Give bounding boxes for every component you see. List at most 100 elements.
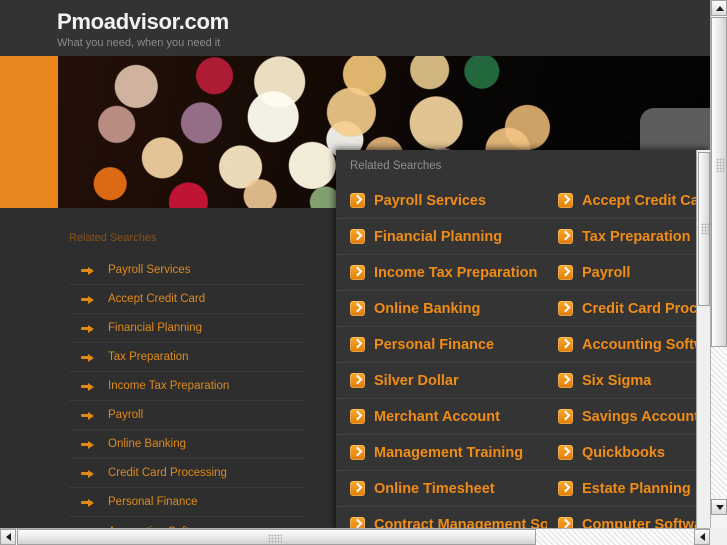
list-item[interactable]: Online Banking xyxy=(69,430,305,459)
overlay-link[interactable]: Management Training xyxy=(336,445,547,461)
overlay-link-label: Silver Dollar xyxy=(374,372,459,389)
overlay-link[interactable]: Payroll Services xyxy=(336,193,547,209)
overlay-scroll-thumb[interactable] xyxy=(698,152,710,306)
scroll-left-button-secondary[interactable] xyxy=(694,529,710,545)
horizontal-scroll-track[interactable] xyxy=(17,529,710,545)
overlay-link[interactable]: Estate Planning xyxy=(547,481,710,497)
list-item[interactable]: Financial Planning xyxy=(69,314,305,343)
overlay-link-label: Credit Card Processing xyxy=(582,300,710,317)
page-horizontal-scrollbar[interactable] xyxy=(0,528,727,545)
table-row: Personal Finance Accounting Software xyxy=(336,327,710,363)
list-item-label: Income Tax Preparation xyxy=(108,380,230,392)
site-title: Pmoadvisor.com xyxy=(57,9,229,34)
arrow-right-icon xyxy=(350,409,365,424)
overlay-link-label: Tax Preparation xyxy=(582,228,691,245)
table-row: Online Timesheet Estate Planning xyxy=(336,471,710,507)
table-row: Management Training Quickbooks xyxy=(336,435,710,471)
table-row: Merchant Account Savings Account xyxy=(336,399,710,435)
scroll-grip-icon xyxy=(268,534,282,543)
overlay-link[interactable]: Quickbooks xyxy=(547,445,710,461)
table-row: Silver Dollar Six Sigma xyxy=(336,363,710,399)
overlay-link[interactable]: Credit Card Processing xyxy=(547,301,710,317)
arrow-icon xyxy=(81,266,95,275)
sidebar-heading: Related Searches xyxy=(69,232,157,244)
list-item-label: Financial Planning xyxy=(108,322,202,334)
overlay-link-label: Online Banking xyxy=(374,300,481,317)
overlay-link-label: Accounting Software xyxy=(582,336,710,353)
overlay-link[interactable]: Payroll xyxy=(547,265,710,281)
table-row: Income Tax Preparation Payroll xyxy=(336,255,710,291)
arrow-icon xyxy=(81,295,95,304)
list-item[interactable]: Tax Preparation xyxy=(69,343,305,372)
browser-viewport: Pmoadvisor.com What you need, when you n… xyxy=(0,0,727,545)
overlay-link-label: Payroll xyxy=(582,264,631,281)
list-item-label: Credit Card Processing xyxy=(108,467,227,479)
arrow-icon xyxy=(81,498,95,507)
overlay-link[interactable]: Silver Dollar xyxy=(336,373,547,389)
arrow-right-icon xyxy=(558,373,573,388)
overlay-link[interactable]: Online Banking xyxy=(336,301,547,317)
overlay-link[interactable]: Tax Preparation xyxy=(547,229,710,245)
banner-orange-block xyxy=(0,56,58,208)
overlay-link-label: Income Tax Preparation xyxy=(374,264,538,281)
scroll-left-button[interactable] xyxy=(0,529,16,545)
list-item-label: Payroll xyxy=(108,409,144,421)
list-item[interactable]: Payroll Services xyxy=(69,256,305,285)
vertical-scroll-track[interactable] xyxy=(711,17,727,497)
arrow-icon xyxy=(81,411,95,420)
overlay-heading: Related Searches xyxy=(350,160,442,172)
triangle-left-icon xyxy=(6,533,11,541)
overlay-link[interactable]: Six Sigma xyxy=(547,373,710,389)
triangle-left-icon xyxy=(700,533,705,541)
arrow-right-icon xyxy=(558,229,573,244)
arrow-right-icon xyxy=(350,265,365,280)
overlay-link-label: Online Timesheet xyxy=(374,480,495,497)
overlay-link[interactable]: Online Timesheet xyxy=(336,481,547,497)
arrow-right-icon xyxy=(558,193,573,208)
list-item[interactable]: Personal Finance xyxy=(69,488,305,517)
overlay-link[interactable]: Personal Finance xyxy=(336,337,547,353)
horizontal-scroll-thumb[interactable] xyxy=(17,529,536,545)
vertical-scroll-thumb[interactable] xyxy=(711,17,727,347)
overlay-link[interactable]: Accept Credit Card xyxy=(547,193,710,209)
overlay-link-label: Management Training xyxy=(374,444,524,461)
triangle-up-icon xyxy=(716,6,724,11)
triangle-down-icon xyxy=(716,505,724,510)
list-item-label: Payroll Services xyxy=(108,264,191,276)
scroll-down-button[interactable] xyxy=(711,499,727,515)
list-item[interactable]: Accept Credit Card xyxy=(69,285,305,314)
page-vertical-scrollbar[interactable] xyxy=(710,0,727,545)
arrow-right-icon xyxy=(350,373,365,388)
overlay-link-label: Accept Credit Card xyxy=(582,192,710,209)
search-box-shell xyxy=(640,108,710,156)
overlay-links-grid: Payroll Services Accept Credit Card Fina… xyxy=(336,183,710,531)
arrow-icon xyxy=(81,353,95,362)
scroll-up-button[interactable] xyxy=(711,0,727,16)
overlay-link-label: Savings Account xyxy=(582,408,700,425)
overlay-link[interactable]: Income Tax Preparation xyxy=(336,265,547,281)
overlay-link[interactable]: Financial Planning xyxy=(336,229,547,245)
arrow-icon xyxy=(81,382,95,391)
list-item[interactable]: Payroll xyxy=(69,401,305,430)
overlay-link-label: Estate Planning xyxy=(582,480,691,497)
overlay-link-label: Quickbooks xyxy=(582,444,665,461)
arrow-right-icon xyxy=(350,193,365,208)
arrow-icon xyxy=(81,469,95,478)
arrow-right-icon xyxy=(558,337,573,352)
list-item-label: Personal Finance xyxy=(108,496,198,508)
arrow-icon xyxy=(81,324,95,333)
arrow-right-icon xyxy=(350,301,365,316)
arrow-right-icon xyxy=(350,481,365,496)
overlay-vertical-scrollbar[interactable] xyxy=(696,150,710,531)
list-item[interactable]: Credit Card Processing xyxy=(69,459,305,488)
list-item[interactable]: Income Tax Preparation xyxy=(69,372,305,401)
arrow-right-icon xyxy=(558,445,573,460)
arrow-right-icon xyxy=(558,301,573,316)
overlay-link[interactable]: Savings Account xyxy=(547,409,710,425)
overlay-link[interactable]: Accounting Software xyxy=(547,337,710,353)
scroll-grip-icon xyxy=(716,158,725,172)
table-row: Payroll Services Accept Credit Card xyxy=(336,183,710,219)
table-row: Financial Planning Tax Preparation xyxy=(336,219,710,255)
overlay-link[interactable]: Merchant Account xyxy=(336,409,547,425)
site-header: Pmoadvisor.com What you need, when you n… xyxy=(0,0,710,56)
